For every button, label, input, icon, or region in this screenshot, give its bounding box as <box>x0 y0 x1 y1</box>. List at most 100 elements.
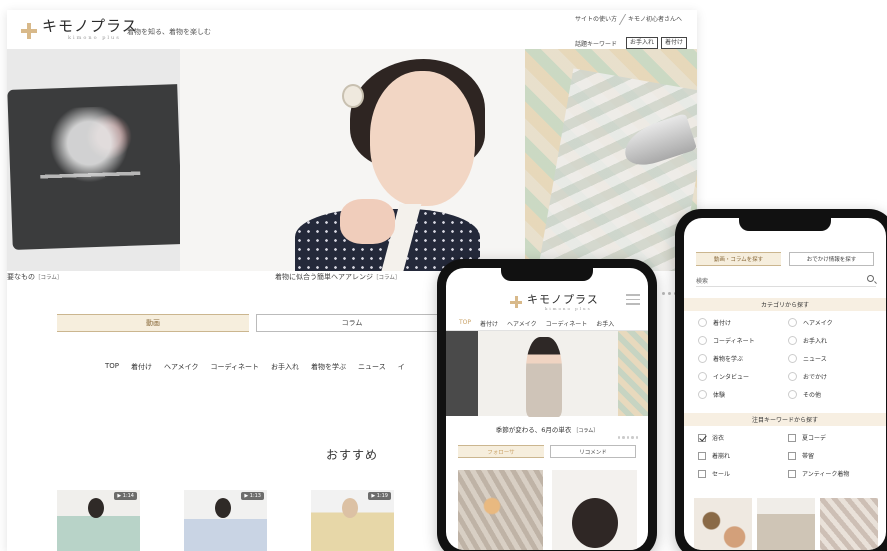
tab-column[interactable]: コラム <box>256 314 448 332</box>
link-beginners[interactable]: キモノ初心者さんへ <box>623 14 687 25</box>
keyword-label: 話題キーワード <box>574 40 617 48</box>
checkbox-checked-icon <box>698 433 706 442</box>
hero-caption-2[interactable]: 着物に似合う簡単ヘアアレンジ［コラム］ <box>275 272 400 282</box>
video-duration-badge: ▶ 1:19 <box>368 492 391 500</box>
search-input[interactable]: 検索 <box>696 273 876 287</box>
article-thumbnail[interactable] <box>458 470 543 550</box>
mobile-tab-care[interactable]: お手入 <box>596 319 614 328</box>
radio-experience[interactable]: 体験 <box>698 390 788 399</box>
search-result-thumbnails <box>694 498 878 550</box>
logo-subtitle: kimono plus <box>68 35 121 41</box>
link-how-to-use[interactable]: サイトの使い方 <box>570 14 622 25</box>
nav-dressing[interactable]: 着付け <box>131 362 152 372</box>
site-logo[interactable]: キモノプラス kimono plus <box>21 19 138 41</box>
phone-mockup-search: 動画・コラムを探す おでかけ情報を探す 検索 カテゴリから探す 着付け ヘアメイ… <box>675 209 887 551</box>
phone-screen: キモノプラス kimono plus TOP 着付け ヘアメイク コーディネート… <box>446 268 648 550</box>
logo-cross-icon <box>21 23 37 39</box>
checkbox-yukata[interactable]: 浴衣 <box>698 433 788 442</box>
mobile-hero-carousel[interactable] <box>446 331 648 417</box>
mobile-article-grid <box>458 470 637 550</box>
phone-mockup-home: キモノプラス kimono plus TOP 着付け ヘアメイク コーディネート… <box>437 259 657 551</box>
search-outing-button[interactable]: おでかけ情報を探す <box>789 252 874 266</box>
radio-circle-icon <box>788 390 797 399</box>
mobile-tab-recommend[interactable]: リコメンド <box>550 445 636 458</box>
keyword-button-dressing[interactable]: 着付け <box>660 37 687 49</box>
radio-other[interactable]: その他 <box>788 390 878 399</box>
mobile-tab-top[interactable]: TOP <box>459 319 471 328</box>
result-thumbnail[interactable] <box>694 498 752 550</box>
nav-more[interactable]: イ <box>398 362 405 372</box>
checkbox-icon <box>698 451 706 460</box>
video-thumbnail[interactable]: ▶ 1:13 <box>184 490 267 551</box>
checkbox-antique[interactable]: アンティーク着物 <box>788 469 878 478</box>
search-content-button[interactable]: 動画・コラムを探す <box>696 252 781 266</box>
video-thumbnail[interactable]: ▶ 1:14 <box>57 490 140 551</box>
radio-hair-makeup[interactable]: ヘアメイク <box>788 318 878 327</box>
radio-circle-icon <box>698 336 707 345</box>
mobile-tab-dressing[interactable]: 着付け <box>480 319 498 328</box>
checkbox-sale[interactable]: セール <box>698 469 788 478</box>
search-mode-switch: 動画・コラムを探す おでかけ情報を探す <box>696 252 874 266</box>
mobile-tab-hair-makeup[interactable]: ヘアメイク <box>507 319 537 328</box>
hero-slide-obi[interactable] <box>7 49 183 271</box>
radio-interview[interactable]: インタビュー <box>698 372 788 381</box>
radio-learn[interactable]: 着物を学ぶ <box>698 354 788 363</box>
checkbox-icon <box>788 451 796 460</box>
video-thumbnails: ▶ 1:14 ▶ 1:13 ▶ 1:19 <box>57 490 394 551</box>
mobile-carousel-dots[interactable] <box>617 436 638 439</box>
hairpin-image <box>342 84 364 108</box>
phone-notch <box>739 218 831 231</box>
result-thumbnail[interactable] <box>757 498 815 550</box>
video-duration-badge: ▶ 1:14 <box>114 492 137 500</box>
radio-circle-icon <box>788 354 797 363</box>
checkbox-icon <box>698 469 706 478</box>
keyword-heading: 注目キーワードから探す <box>684 413 886 426</box>
checkbox-kikuzure[interactable]: 着崩れ <box>698 451 788 460</box>
radio-care[interactable]: お手入れ <box>788 336 878 345</box>
phone-screen: 動画・コラムを探す おでかけ情報を探す 検索 カテゴリから探す 着付け ヘアメイ… <box>684 218 886 550</box>
article-thumbnail[interactable] <box>552 470 637 550</box>
radio-dressing[interactable]: 着付け <box>698 318 788 327</box>
mobile-tab-coordinate[interactable]: コーディネート <box>546 319 588 328</box>
obi-image <box>7 84 183 250</box>
mobile-category-tabs: TOP 着付け ヘアメイク コーディネート お手入 <box>459 319 614 328</box>
category-nav: TOP 着付け ヘアメイク コーディネート お手入れ 着物を学ぶ ニュース イ <box>105 362 405 372</box>
mobile-tab-follow[interactable]: フォローサ <box>458 445 544 458</box>
hero-slide-hair[interactable] <box>180 49 525 271</box>
nav-hair-makeup[interactable]: ヘアメイク <box>164 362 199 372</box>
phone-notch <box>501 268 593 281</box>
checkbox-summer-coord[interactable]: 夏コーデ <box>788 433 878 442</box>
radio-outing[interactable]: おでかけ <box>788 372 878 381</box>
hamburger-menu-icon[interactable] <box>626 294 640 306</box>
radio-circle-icon <box>698 372 707 381</box>
radio-circle-icon <box>698 318 707 327</box>
nav-coordinate[interactable]: コーディネート <box>211 362 260 372</box>
tab-video[interactable]: 動画 <box>57 314 249 332</box>
site-tagline: 着物を知る、着物を楽しむ <box>127 28 211 36</box>
video-thumbnail[interactable]: ▶ 1:19 <box>311 490 394 551</box>
radio-circle-icon <box>698 354 707 363</box>
radio-news[interactable]: ニュース <box>788 354 878 363</box>
nav-top[interactable]: TOP <box>105 362 119 372</box>
category-radio-list: 着付け ヘアメイク コーディネート お手入れ 着物を学ぶ ニュース インタビュー… <box>698 318 878 399</box>
logo-title: キモノプラス <box>42 17 138 35</box>
result-thumbnail[interactable] <box>820 498 878 550</box>
mobile-logo[interactable]: キモノプラス kimono plus <box>510 294 599 311</box>
hero-slide-ironing[interactable] <box>525 49 697 271</box>
keyword-button-care[interactable]: お手入れ <box>625 37 658 49</box>
mobile-hero-caption[interactable]: 季節が変わる、6月の単衣 ［コラム］ <box>446 424 648 434</box>
keyword-checkbox-list: 浴衣 夏コーデ 着崩れ 帯留 セール アンティーク着物 <box>698 433 878 478</box>
nav-care[interactable]: お手入れ <box>271 362 299 372</box>
search-icon[interactable] <box>867 275 874 282</box>
radio-coordinate[interactable]: コーディネート <box>698 336 788 345</box>
radio-circle-icon <box>788 336 797 345</box>
hero-caption-1[interactable]: 要なもの［コラム］ <box>7 272 62 282</box>
nav-learn[interactable]: 着物を学ぶ <box>311 362 346 372</box>
logo-cross-icon <box>510 296 522 308</box>
video-duration-badge: ▶ 1:13 <box>241 492 264 500</box>
checkbox-obidome[interactable]: 帯留 <box>788 451 878 460</box>
keyword-bar: 話題キーワード お手入れ 着付け <box>575 37 687 49</box>
nav-news[interactable]: ニュース <box>358 362 386 372</box>
hero-carousel[interactable] <box>7 49 697 271</box>
category-heading: カテゴリから探す <box>684 298 886 311</box>
